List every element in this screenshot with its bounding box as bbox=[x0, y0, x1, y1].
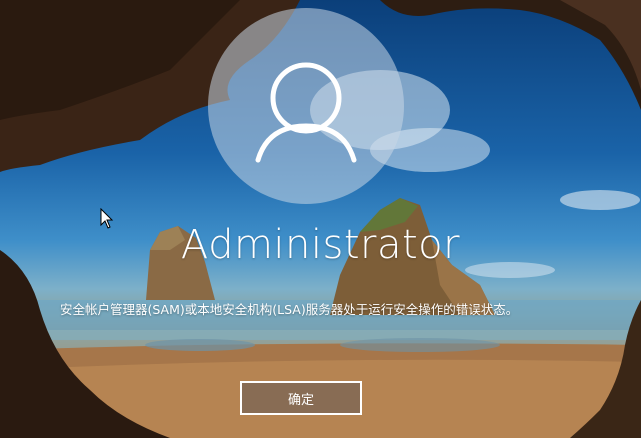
username-label: Administrator bbox=[180, 222, 461, 268]
mouse-pointer-icon bbox=[100, 208, 114, 229]
error-message: 安全帐户管理器(SAM)或本地安全机构(LSA)服务器处于运行安全操作的错误状态… bbox=[60, 302, 519, 317]
lock-screen: Administrator 安全帐户管理器(SAM)或本地安全机构(LSA)服务… bbox=[0, 0, 641, 438]
user-avatar bbox=[208, 8, 404, 204]
user-silhouette-icon bbox=[255, 62, 357, 163]
ok-button[interactable]: 确定 bbox=[240, 381, 362, 415]
